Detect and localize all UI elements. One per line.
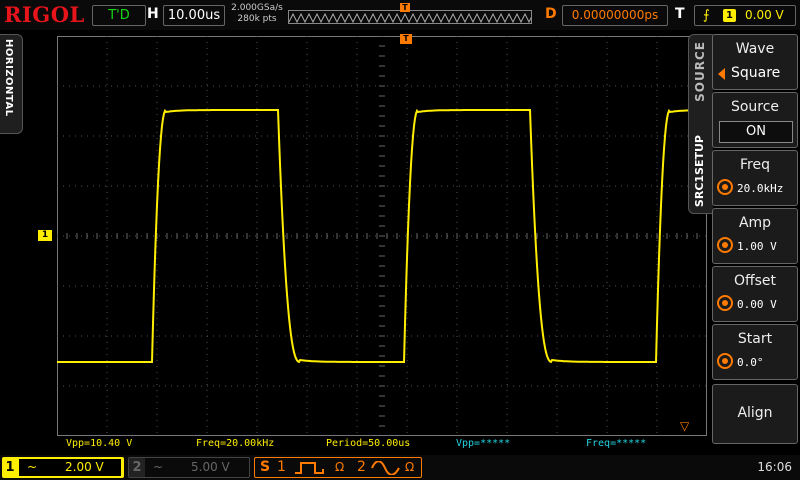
sample-rate: 2.000GSa/s [231,3,283,13]
ch1-offset-marker[interactable]: 1 [38,230,52,241]
trigger-source-badge: 1 [723,9,736,22]
source2-impedance: Ω [405,460,415,474]
ch2-settings: ~ 5.00 V [145,458,249,477]
freq-label: Freq [740,157,770,173]
source-letter: S [260,459,271,475]
ch2-number: 2 [129,458,145,477]
offset-button[interactable]: Offset 0.00 V [712,266,798,322]
memory-depth: 280k pts [237,14,277,24]
offset-label: Offset [733,273,777,289]
start-value: 0.0° [737,356,764,369]
ch1-status[interactable]: 1 ~ 2.00 V [2,457,124,478]
source-button[interactable]: Source ON [712,92,798,148]
knob-icon [717,295,733,311]
clock: 16:06 [757,460,792,474]
horizontal-label: H [147,6,159,22]
meas-freq-ch2: Freq=***** [586,438,647,449]
knob-icon [717,353,733,369]
meas-vpp-ch2: Vpp=***** [456,438,511,449]
amp-button[interactable]: Amp 1.00 V [712,208,798,264]
ch1-scale: 2.00 V [65,460,104,474]
wave-value: Square [731,65,781,81]
source2-number: 2 [357,459,366,475]
source-status[interactable]: S 1 Ω 2 Ω [254,457,422,478]
amp-label: Amp [738,215,772,231]
source1-number: 1 [277,459,286,475]
ch2-scale: 5.00 V [191,460,230,474]
trigger-position-marker[interactable]: T [400,34,412,44]
trigger-level-readout: 0.00 V [745,8,784,22]
timebase-readout[interactable]: 10.00us [163,5,225,26]
ch1-number: 1 [5,460,15,475]
memory-end-icon: ▽ [680,419,690,433]
ch2-status[interactable]: 2 ~ 5.00 V [128,457,250,478]
offset-value: 0.00 V [737,298,777,311]
freq-button[interactable]: Freq 20.0kHz [712,150,798,206]
sine-wave-icon [371,461,400,475]
ch1-settings: ~ 2.00 V [18,458,122,477]
wave-label: Wave [735,41,775,57]
bottom-status-bar: 1 ~ 2.00 V 2 ~ 5.00 V S 1 Ω 2 Ω 16:06 [0,455,800,480]
trigger-label: T [675,6,685,22]
trigger-status-badge[interactable]: T'D [92,5,146,26]
source-menu-tab[interactable]: SOURCE SRC1SETUP [688,34,713,214]
memory-trigger-marker: T [400,3,410,12]
start-label: Start [737,331,773,347]
trigger-settings-box[interactable]: ⨍ 1 0.00 V [694,5,796,26]
delay-label: D [545,6,557,22]
top-status-bar: RIGOL T'D H 10.00us 2.000GSa/s 280k pts … [0,0,800,30]
ac-coupling-icon: ~ [153,460,164,474]
wave-button[interactable]: Wave Square [712,34,798,90]
align-button[interactable]: Align [712,384,798,444]
memory-waveform-preview [289,12,531,23]
measurement-strip: Vpp=10.40 V Freq=20.00kHz Period=50.00us… [0,437,710,452]
rising-edge-icon: ⨍ [703,8,710,23]
amp-value: 1.00 V [737,240,777,253]
align-label: Align [737,405,773,421]
acquisition-info: 2.000GSa/s 280k pts [228,3,286,25]
knob-icon [717,237,733,253]
start-phase-button[interactable]: Start 0.0° [712,324,798,380]
horizontal-tab-label: HORIZONTAL [3,39,14,117]
freq-value: 20.0kHz [737,182,784,195]
selector-arrow-icon [718,68,725,80]
source-label: Source [730,99,780,115]
meas-vpp-ch1: Vpp=10.40 V [66,438,133,449]
brand-logo: RIGOL [4,2,85,27]
graticule [57,36,707,436]
memory-overview-bar[interactable] [288,10,532,24]
src1-setup-label: SRC1SETUP [693,135,706,208]
source-tab-label: SOURCE [693,41,707,102]
meas-freq-ch1: Freq=20.00kHz [196,438,275,449]
delay-readout[interactable]: 0.00000000ps [562,5,668,26]
ac-coupling-icon: ~ [27,460,38,474]
horizontal-tab[interactable]: HORIZONTAL [0,34,23,134]
waveform-display[interactable] [57,36,707,436]
square-wave-icon [295,462,324,474]
source1-impedance: Ω [335,460,345,474]
knob-icon [717,179,733,195]
source-state: ON [719,121,793,143]
meas-period-ch1: Period=50.00us [326,438,411,449]
